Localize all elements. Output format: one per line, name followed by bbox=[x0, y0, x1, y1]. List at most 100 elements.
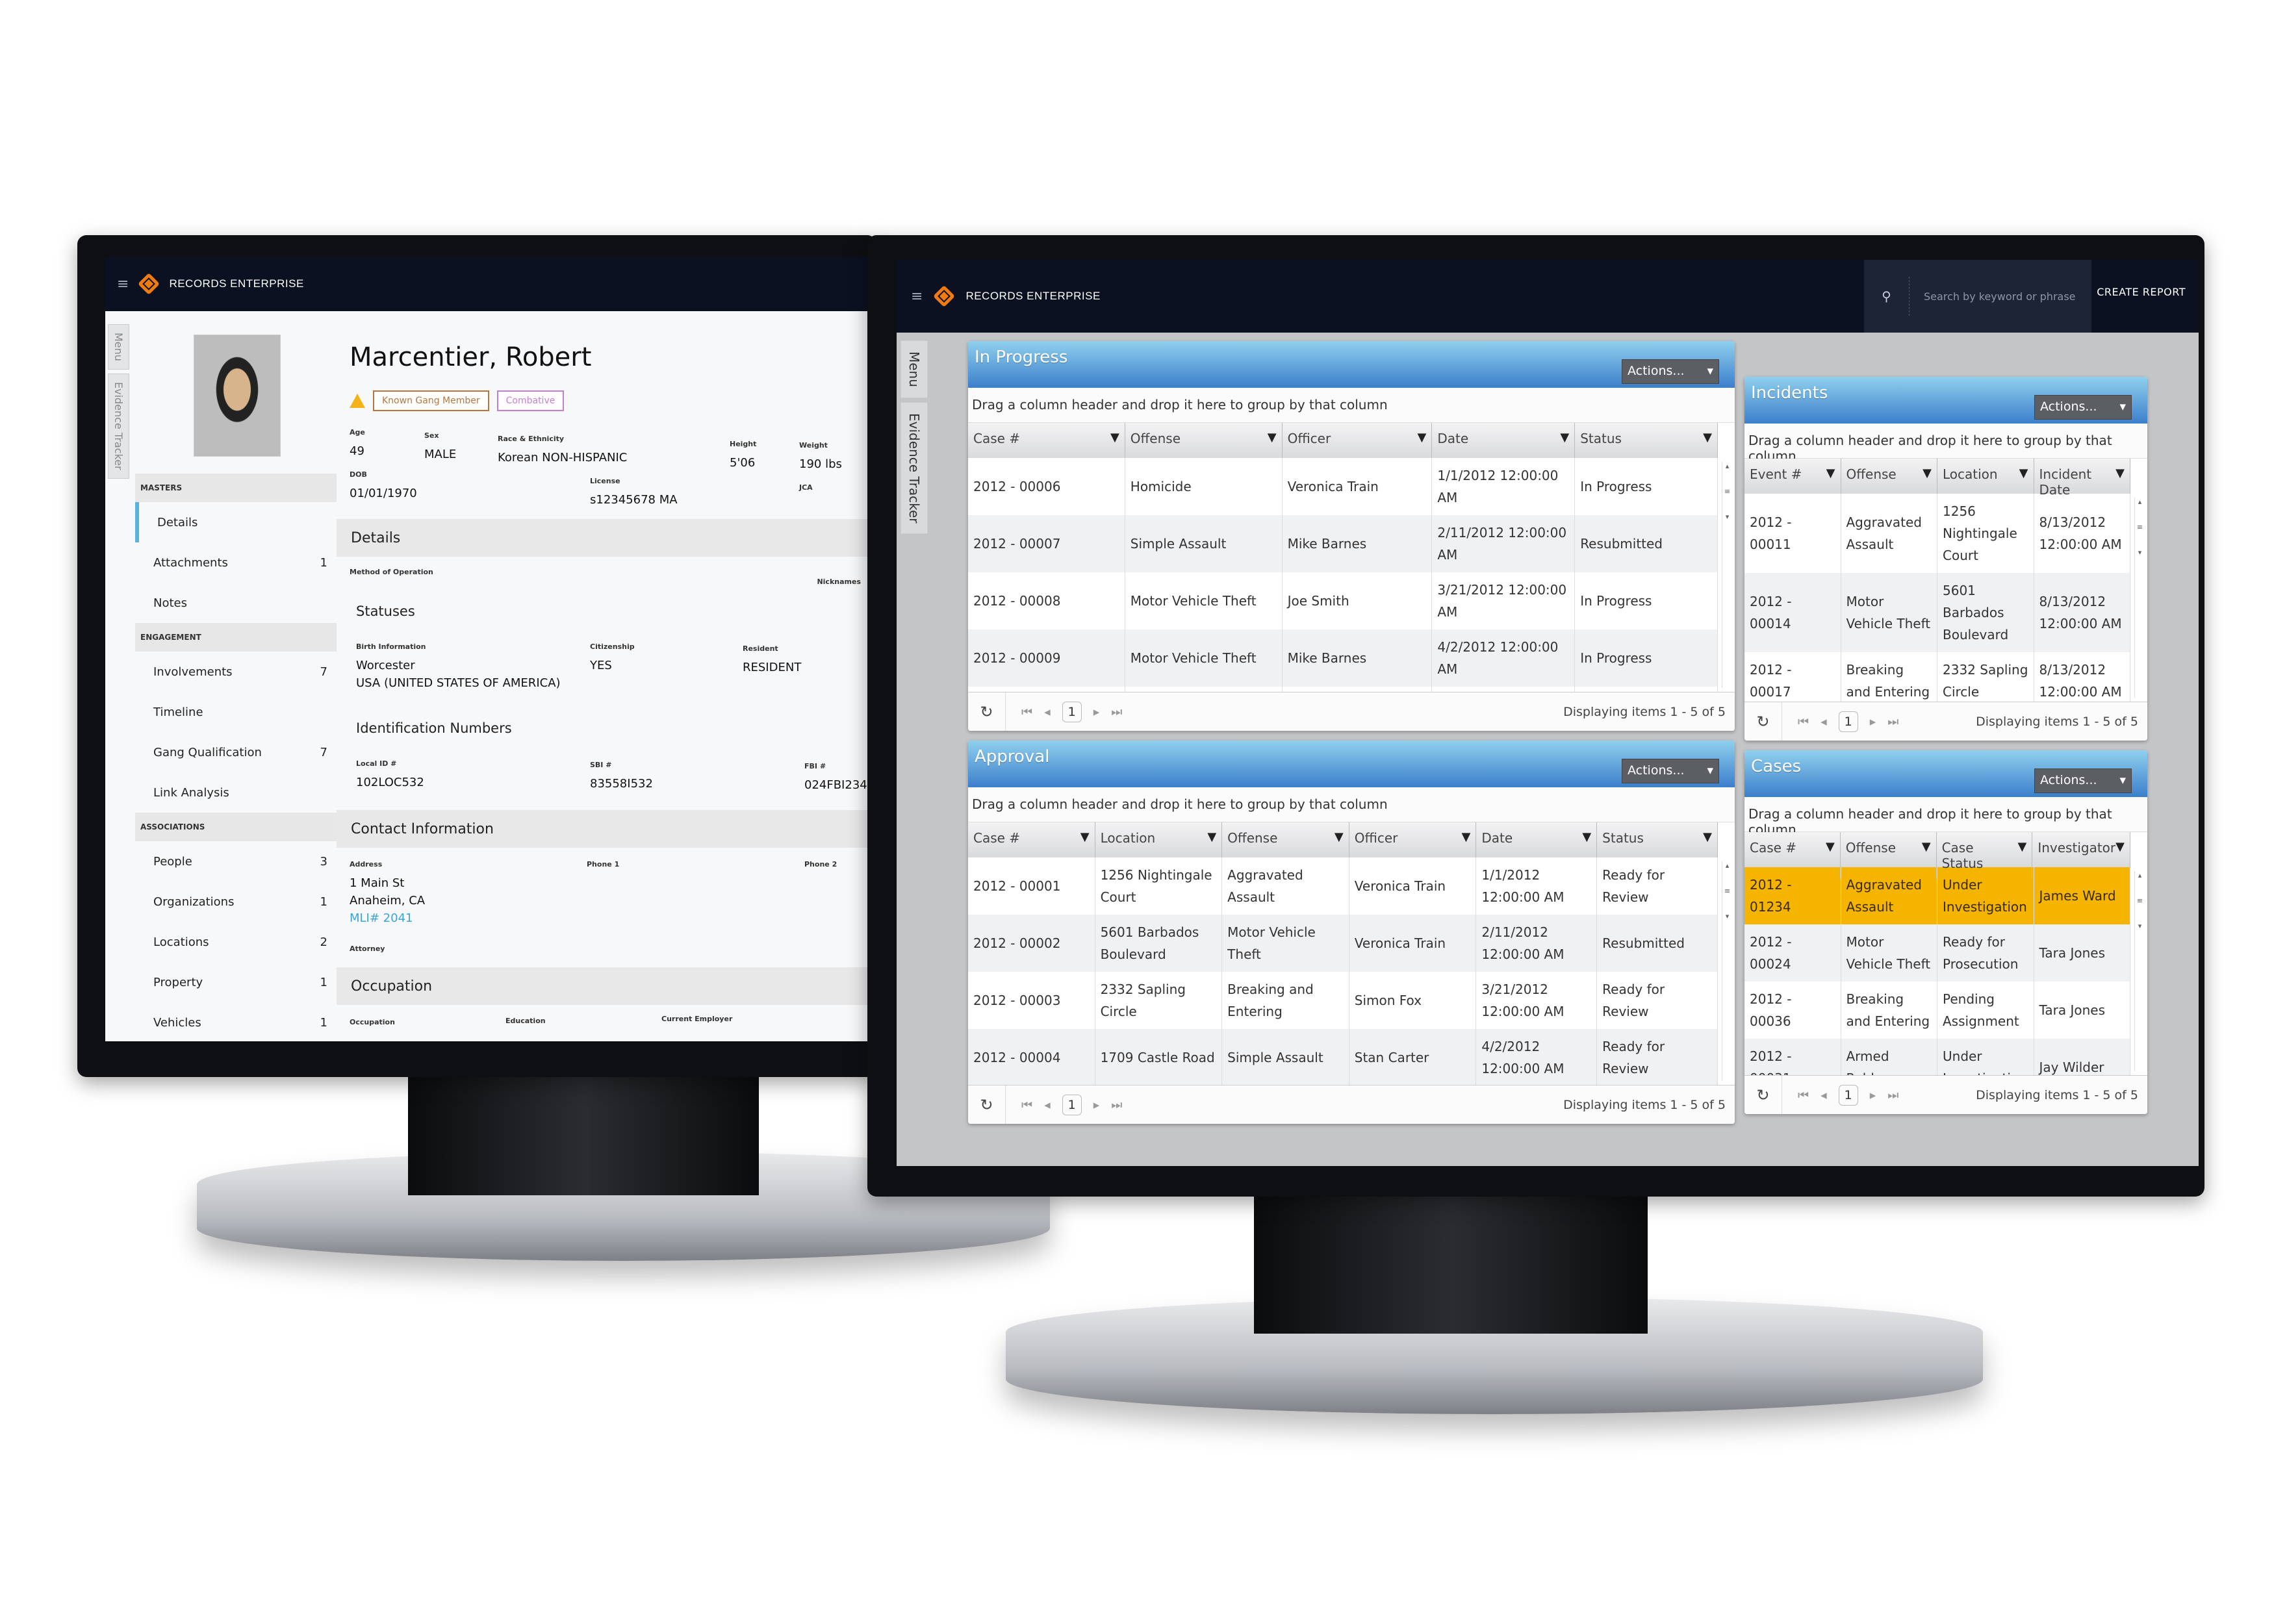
group-by-drop-zone[interactable]: Drag a column header and drop it here to… bbox=[1744, 424, 2147, 464]
column-header-officer[interactable]: Officer ▼ bbox=[1283, 423, 1433, 458]
sidebar-item-notes[interactable]: Notes bbox=[135, 583, 337, 623]
filter-icon[interactable]: ▼ bbox=[1826, 466, 1835, 498]
sidebar-item-involvements[interactable]: Involvements 7 bbox=[135, 652, 337, 692]
first-page-icon[interactable]: ⏮ bbox=[1798, 1088, 1809, 1102]
group-by-drop-zone[interactable]: Drag a column header and drop it here to… bbox=[1744, 797, 2147, 837]
table-row[interactable]: 2012 - 00002 5601 Barbados Boulevard Motor… bbox=[968, 915, 1718, 972]
column-header-case[interactable]: Case # ▼ bbox=[968, 822, 1095, 857]
refresh-icon[interactable]: ↻ bbox=[968, 692, 1006, 731]
filter-icon[interactable]: ▼ bbox=[1418, 431, 1427, 450]
vertical-scrollbar[interactable]: ▴ ≡ ▾ bbox=[1722, 462, 1732, 688]
filter-icon[interactable]: ▼ bbox=[1703, 830, 1712, 850]
filter-icon[interactable]: ▼ bbox=[1335, 830, 1344, 850]
table-row[interactable]: 2012 - 00010Simple AssaultJill Wright5/3… bbox=[968, 687, 1718, 692]
search-input[interactable]: Search by keyword or phrase bbox=[1910, 290, 2076, 303]
table-row[interactable]: 2012 - 00009 Motor Vehicle Theft Mike Barn… bbox=[968, 629, 1718, 687]
refresh-icon[interactable]: ↻ bbox=[1744, 702, 1782, 741]
sidebar-item-link-analysis[interactable]: Link Analysis bbox=[135, 772, 337, 813]
filter-icon[interactable]: ▼ bbox=[1582, 830, 1591, 850]
table-row[interactable]: 2012 - 00008 Motor Vehicle Theft Joe Smith… bbox=[968, 572, 1718, 629]
table-row[interactable]: 2012 - 00003 2332 Sapling Circle Breaking … bbox=[968, 972, 1718, 1029]
page-number-button[interactable]: 1 bbox=[1062, 701, 1082, 722]
vertical-scrollbar[interactable]: ▴ ≡ ▾ bbox=[2134, 498, 2145, 698]
sidebar-item-organizations[interactable]: Organizations 1 bbox=[135, 882, 337, 922]
next-page-icon[interactable]: ▸ bbox=[1870, 1088, 1876, 1102]
table-row[interactable]: 2012 - 00006 Homicide Veronica Train 1/1/20… bbox=[968, 458, 1718, 515]
page-number-button[interactable]: 1 bbox=[1838, 1084, 1858, 1106]
last-page-icon[interactable]: ⏭ bbox=[1887, 1088, 1898, 1102]
page-number-button[interactable]: 1 bbox=[1062, 1094, 1082, 1115]
hamburger-icon[interactable]: ≡ bbox=[117, 276, 129, 292]
actions-dropdown[interactable]: Actions... ▾ bbox=[2034, 395, 2132, 420]
table-row[interactable]: 2012 - 00001 1256 Nightingale Court Aggrav… bbox=[968, 857, 1718, 915]
actions-dropdown[interactable]: Actions... ▾ bbox=[1622, 759, 1719, 783]
vertical-scrollbar[interactable]: ▴ ≡ ▾ bbox=[1722, 861, 1732, 1081]
last-page-icon[interactable]: ⏭ bbox=[1887, 715, 1898, 729]
sidebar-item-attachments[interactable]: Attachments 1 bbox=[135, 542, 337, 583]
column-header-officer[interactable]: Officer ▼ bbox=[1349, 822, 1477, 857]
hamburger-icon[interactable]: ≡ bbox=[911, 288, 923, 305]
side-tab-evidence-tracker[interactable]: Evidence Tracker bbox=[901, 401, 928, 535]
table-row[interactable]: 2012 - 00024 Motor Vehicle Theft Ready for… bbox=[1744, 924, 2130, 982]
sidebar-item-locations[interactable]: Locations 2 bbox=[135, 922, 337, 962]
mli-link[interactable]: MLI# 2041 bbox=[350, 911, 425, 925]
alert-combative[interactable]: Combative bbox=[496, 390, 565, 411]
table-row[interactable]: 2012 - 01234 Aggravated Assault Under Inve… bbox=[1744, 867, 2130, 924]
first-page-icon[interactable]: ⏮ bbox=[1798, 715, 1809, 729]
sidebar-item-details[interactable]: Details bbox=[135, 502, 337, 542]
sidebar-item-people[interactable]: People 3 bbox=[135, 841, 337, 882]
table-row[interactable]: 2012 - 00031Armed RobberyUnder Investiga… bbox=[1744, 1039, 2130, 1075]
next-page-icon[interactable]: ▸ bbox=[1093, 705, 1100, 719]
prev-page-icon[interactable]: ◂ bbox=[1044, 1098, 1051, 1112]
filter-icon[interactable]: ▼ bbox=[1923, 466, 1932, 498]
occupation-section-header[interactable]: Occupation bbox=[337, 967, 867, 1005]
side-tab-evidence-tracker[interactable]: Evidence Tracker bbox=[108, 373, 129, 479]
column-header-offense[interactable]: Offense ▼ bbox=[1222, 822, 1349, 857]
column-header-date[interactable]: Date ▼ bbox=[1432, 423, 1576, 458]
last-page-icon[interactable]: ⏭ bbox=[1111, 1098, 1122, 1112]
alert-known-gang-member[interactable]: Known Gang Member bbox=[373, 390, 489, 411]
prev-page-icon[interactable]: ◂ bbox=[1820, 1088, 1827, 1102]
filter-icon[interactable]: ▼ bbox=[1462, 830, 1471, 850]
filter-icon[interactable]: ▼ bbox=[2115, 466, 2125, 498]
table-row[interactable]: 2012 - 00011 Aggravated Assault 1256 Night… bbox=[1744, 494, 2130, 573]
first-page-icon[interactable]: ⏮ bbox=[1021, 705, 1032, 719]
filter-icon[interactable]: ▼ bbox=[2115, 840, 2125, 871]
side-tab-menu[interactable]: Menu bbox=[108, 324, 129, 370]
column-header-status[interactable]: Status ▼ bbox=[1597, 822, 1718, 857]
filter-icon[interactable]: ▼ bbox=[2018, 840, 2027, 871]
actions-dropdown[interactable]: Actions... ▾ bbox=[2034, 768, 2132, 793]
filter-icon[interactable]: ▼ bbox=[1922, 840, 1931, 871]
filter-icon[interactable]: ▼ bbox=[1268, 431, 1277, 450]
filter-icon[interactable]: ▼ bbox=[2019, 466, 2028, 498]
sidebar-item-property[interactable]: Property 1 bbox=[135, 962, 337, 1002]
last-page-icon[interactable]: ⏭ bbox=[1111, 705, 1122, 719]
table-row[interactable]: 2012 - 00004 1709 Castle Road Simple Assau… bbox=[968, 1029, 1718, 1085]
sidebar-item-gang-qualification[interactable]: Gang Qualification 7 bbox=[135, 732, 337, 772]
actions-dropdown[interactable]: Actions... ▾ bbox=[1622, 359, 1719, 384]
column-header-date[interactable]: Date ▼ bbox=[1476, 822, 1598, 857]
vertical-scrollbar[interactable]: ▴ ≡ ▾ bbox=[2134, 871, 2145, 1071]
prev-page-icon[interactable]: ◂ bbox=[1044, 705, 1051, 719]
column-header-location[interactable]: Location ▼ bbox=[1095, 822, 1223, 857]
table-row[interactable]: 2012 - 00014 Motor Vehicle Theft 5601 Barb… bbox=[1744, 573, 2130, 652]
table-row[interactable]: 2012 - 00007 Simple Assault Mike Barnes 2/1… bbox=[968, 515, 1718, 572]
sidebar-item-timeline[interactable]: Timeline bbox=[135, 692, 337, 732]
filter-icon[interactable]: ▼ bbox=[1703, 431, 1712, 450]
filter-icon[interactable]: ▼ bbox=[1207, 830, 1216, 850]
refresh-icon[interactable]: ↻ bbox=[1744, 1076, 1782, 1114]
refresh-icon[interactable]: ↻ bbox=[968, 1085, 1006, 1124]
filter-icon[interactable]: ▼ bbox=[1826, 840, 1835, 871]
column-header-status[interactable]: Status ▼ bbox=[1575, 423, 1718, 458]
create-report-button[interactable]: CREATE REPORT bbox=[2097, 286, 2186, 298]
next-page-icon[interactable]: ▸ bbox=[1093, 1098, 1100, 1112]
filter-icon[interactable]: ▼ bbox=[1560, 431, 1569, 450]
next-page-icon[interactable]: ▸ bbox=[1870, 715, 1876, 729]
prev-page-icon[interactable]: ◂ bbox=[1820, 715, 1827, 729]
search-box[interactable]: ⚲ Search by keyword or phrase bbox=[1864, 260, 2091, 333]
filter-icon[interactable]: ▼ bbox=[1080, 830, 1090, 850]
column-header-offense[interactable]: Offense ▼ bbox=[1125, 423, 1283, 458]
first-page-icon[interactable]: ⏮ bbox=[1021, 1098, 1032, 1112]
table-row[interactable]: 2012 - 00036 Breaking and Entering Pending… bbox=[1744, 982, 2130, 1039]
group-by-drop-zone[interactable]: Drag a column header and drop it here to… bbox=[968, 787, 1735, 822]
